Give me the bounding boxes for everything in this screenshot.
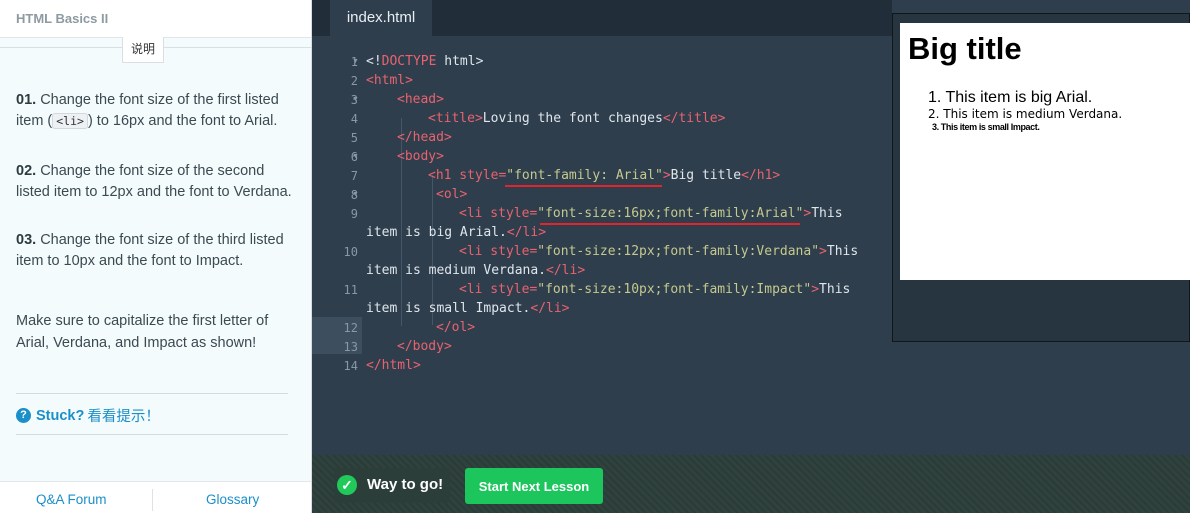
fold-arrow-icon[interactable]: ▼ <box>352 191 359 198</box>
code-editor[interactable]: index.html 1 2 3 4 5 6 7 8 9 10 11 12 13… <box>312 0 892 455</box>
line-number: 11 <box>343 283 358 297</box>
instruction-2: 02. Change the font size of the second l… <box>16 161 292 202</box>
panel-header: HTML Basics II <box>0 0 311 38</box>
line-number: 10 <box>343 245 358 259</box>
instruction-note: Make sure to capitalize the first letter… <box>16 313 269 351</box>
code-line: <ol> <box>436 187 468 202</box>
question-icon: ? <box>16 408 31 423</box>
line-number: 14 <box>343 359 358 373</box>
line-number: 12 <box>343 321 358 335</box>
preview-list-item: 3. This item is small Impact. <box>932 122 1040 132</box>
code-line: <li style="font-size:16px;font-family:Ar… <box>459 206 843 221</box>
instruction-number: 02. <box>16 163 37 179</box>
edit-underline <box>540 223 800 225</box>
code-line: </body> <box>397 339 452 354</box>
preview-list-item: 2. This item is medium Verdana. <box>928 107 1123 121</box>
code-line: item is medium Verdana.</li> <box>366 263 586 278</box>
line-number: 13 <box>343 340 358 354</box>
preview-page: Big title 1. This item is big Arial. 2. … <box>900 23 1190 280</box>
glossary-link[interactable]: Glossary <box>206 492 259 507</box>
code-line: </head> <box>397 130 452 145</box>
preview-list-item: 1. This item is big Arial. <box>928 89 1093 106</box>
stuck-hint-link[interactable]: ? Stuck? 看看提示！ <box>16 405 160 426</box>
code-line: <!DOCTYPE html> <box>366 54 484 69</box>
edit-underline <box>505 185 662 187</box>
code-line: item is small Impact.</li> <box>366 301 570 316</box>
instruction-text: Change the font size of the second liste… <box>16 163 292 200</box>
line-number: 2 <box>350 74 358 88</box>
code-line: <li style="font-size:12px;font-family:Ve… <box>459 244 859 259</box>
success-text: Way to go! <box>367 476 444 493</box>
line-number: 9 <box>350 207 358 221</box>
divider <box>16 393 288 394</box>
hint-text: 看看提示！ <box>87 409 160 425</box>
line-number: 5 <box>350 131 358 145</box>
instruction-text: ) to 16px and the font to Arial. <box>87 112 278 129</box>
fold-arrow-icon[interactable]: ▼ <box>352 153 359 160</box>
check-circle-icon: ✓ <box>337 475 357 495</box>
bottom-bar: ✓ Way to go! Start Next Lesson <box>312 455 1190 513</box>
success-message: ✓ Way to go! <box>334 468 450 503</box>
line-number: 4 <box>350 112 358 126</box>
code-line: <li style="font-size:10px;font-family:Im… <box>459 282 851 297</box>
line-gutter: 1 2 3 4 5 6 7 8 9 10 11 12 13 14 ▼ ▼ ▼ ▼ <box>312 36 362 455</box>
course-title: HTML Basics II <box>16 11 109 26</box>
line-number: 7 <box>350 169 358 183</box>
code-line: item is big Arial.</li> <box>366 225 547 240</box>
code-snippet: <li> <box>52 112 88 129</box>
code-line: <head> <box>397 92 444 107</box>
tab-instructions[interactable]: 说明 <box>122 37 164 63</box>
instruction-number: 03. <box>16 232 37 248</box>
tab-index-html[interactable]: index.html <box>330 0 432 36</box>
instruction-1: 01. Change the font size of the first li… <box>16 90 292 131</box>
instruction-text: Change the font size of the third listed… <box>16 232 284 269</box>
qa-forum-link[interactable]: Q&A Forum <box>36 492 107 507</box>
footer-divider <box>152 489 153 511</box>
code-line: <body> <box>397 149 444 164</box>
code-line: <title>Loving the font changes</title> <box>428 111 726 126</box>
stuck-label: Stuck? <box>36 407 85 424</box>
fold-arrow-icon[interactable]: ▼ <box>352 96 359 103</box>
instruction-3: 03. Change the font size of the third li… <box>16 230 292 271</box>
panel-footer: Q&A Forum Glossary <box>0 481 311 514</box>
editor-tab-bar: index.html <box>312 0 892 36</box>
instruction-number: 01. <box>16 92 37 108</box>
code-line: <h1 style="font-family: Arial">Big title… <box>428 168 781 183</box>
code-line: <html> <box>366 73 413 88</box>
code-line: </ol> <box>436 320 476 335</box>
preview-heading: Big title <box>908 31 1022 66</box>
start-next-lesson-button[interactable]: Start Next Lesson <box>465 468 603 504</box>
code-line: </html> <box>366 358 421 373</box>
fold-arrow-icon[interactable]: ▼ <box>352 58 359 65</box>
instructions-panel: HTML Basics II 说明 01. Change the font si… <box>0 0 312 514</box>
divider <box>16 434 288 435</box>
